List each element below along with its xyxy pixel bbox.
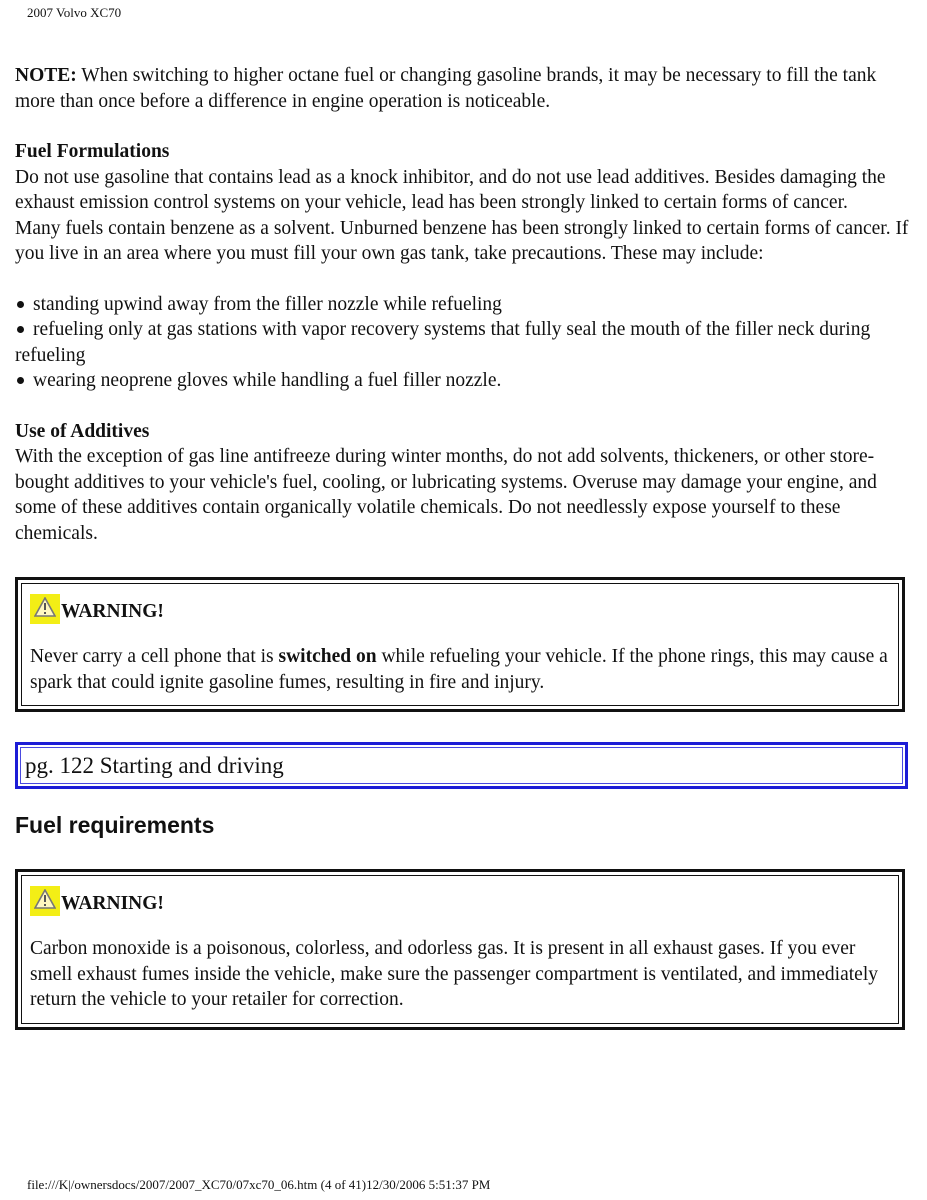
- warning-text-emphasis: switched on: [278, 646, 377, 667]
- list-item: standing upwind away from the filler noz…: [15, 292, 915, 318]
- page-marker-text: pg. 122 Starting and driving: [20, 747, 903, 784]
- warning-box-inner: WARNING! Never carry a cell phone that i…: [21, 583, 899, 706]
- list-item-text: wearing neoprene gloves while handling a…: [33, 370, 502, 391]
- fuel-formulations-paragraph-2: Many fuels contain benzene as a solvent.…: [15, 217, 909, 265]
- list-item: wearing neoprene gloves while handling a…: [15, 368, 915, 394]
- fuel-formulations-section: Fuel Formulations Do not use gasoline th…: [15, 139, 915, 267]
- document-header-title: 2007 Volvo XC70: [27, 5, 122, 20]
- warning-box-cell-phone: WARNING! Never carry a cell phone that i…: [15, 577, 905, 712]
- bullet-icon: [17, 300, 24, 308]
- warning-text-part: Never carry a cell phone that is: [30, 646, 279, 667]
- additives-paragraph: With the exception of gas line antifreez…: [15, 446, 877, 544]
- bullet-icon: [17, 377, 24, 385]
- note-label: NOTE:: [15, 65, 77, 86]
- fuel-requirements-heading: Fuel requirements: [15, 812, 215, 838]
- warning-title-row: WARNING!: [30, 884, 890, 916]
- precautions-list: standing upwind away from the filler noz…: [15, 292, 915, 394]
- warning-title: WARNING!: [61, 600, 164, 622]
- bullet-icon: [17, 326, 24, 334]
- note-text: When switching to higher octane fuel or …: [15, 65, 877, 112]
- list-item: refueling only at gas stations with vapo…: [15, 317, 915, 368]
- list-item-text: standing upwind away from the filler noz…: [33, 293, 502, 315]
- page-content: NOTE: When switching to higher octane fu…: [15, 63, 915, 1060]
- warning-triangle-icon: [30, 886, 60, 916]
- note-paragraph: NOTE: When switching to higher octane fu…: [15, 63, 915, 114]
- warning-box-carbon-monoxide: WARNING! Carbon monoxide is a poisonous,…: [15, 869, 905, 1030]
- list-item-text: refueling only at gas stations with vapo…: [15, 319, 871, 366]
- warning-triangle-icon: [30, 594, 60, 624]
- warning-title-row: WARNING!: [30, 592, 890, 624]
- warning-text: Carbon monoxide is a poisonous, colorles…: [30, 938, 878, 1010]
- warning-title: WARNING!: [61, 892, 164, 914]
- additives-heading: Use of Additives: [15, 420, 150, 442]
- warning-text: Never carry a cell phone that is switche…: [30, 644, 890, 695]
- footer-file-url: file:///K|/ownersdocs/2007/2007_XC70/07x…: [27, 1177, 491, 1192]
- warning-box-inner: WARNING! Carbon monoxide is a poisonous,…: [21, 875, 899, 1024]
- fuel-formulations-heading: Fuel Formulations: [15, 141, 170, 162]
- fuel-formulations-paragraph-1: Do not use gasoline that contains lead a…: [15, 166, 886, 214]
- page-marker-box: pg. 122 Starting and driving: [15, 742, 908, 789]
- additives-section: Use of Additives With the exception of g…: [15, 419, 915, 547]
